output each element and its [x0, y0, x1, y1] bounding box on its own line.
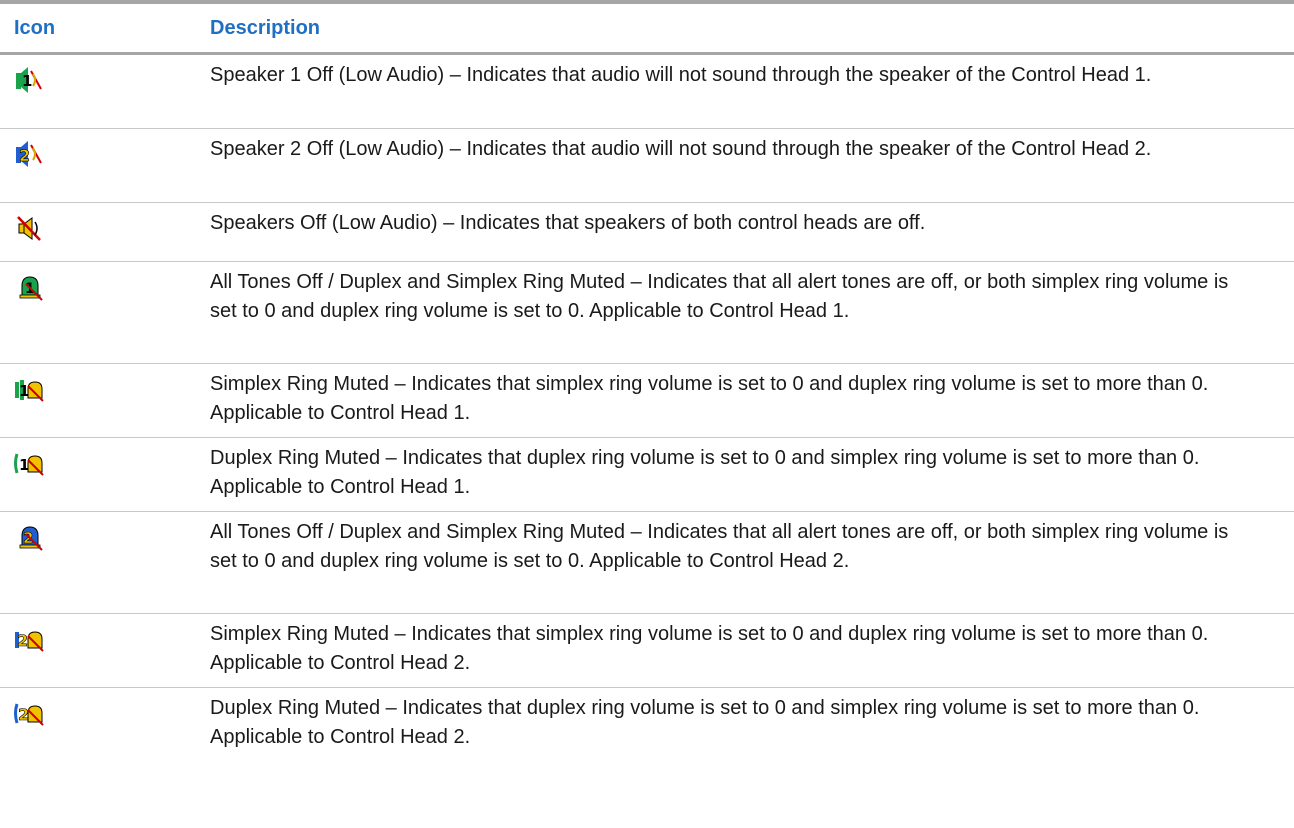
- table-header-row: Icon Description: [0, 4, 1294, 55]
- table-row: 2 All Tones Off / Duplex and Simplex Rin…: [0, 512, 1294, 614]
- svg-text:2: 2: [17, 631, 28, 650]
- row-description: Simplex Ring Muted – Indicates that simp…: [210, 623, 1209, 674]
- row-description: All Tones Off / Duplex and Simplex Ring …: [210, 271, 1229, 322]
- table-row: 1 Duplex Ring Muted – Indicates that dup…: [0, 438, 1294, 512]
- row-description: Speakers Off (Low Audio) – Indicates tha…: [210, 212, 926, 234]
- description-column-header: Description: [210, 16, 321, 39]
- table-row: 1 Speaker 1 Off (Low Audio) – Indicates …: [0, 55, 1294, 129]
- table-row: 2 Speaker 2 Off (Low Audio) – Indicates …: [0, 129, 1294, 203]
- duplex-ring-muted-head-2-icon: 2: [14, 703, 44, 726]
- table-row: 1 All Tones Off / Duplex and Simplex Rin…: [0, 262, 1294, 364]
- simplex-ring-muted-head-2-icon: 2: [15, 631, 44, 652]
- table-row: 2 Duplex Ring Muted – Indicates that dup…: [0, 688, 1294, 762]
- row-description: Duplex Ring Muted – Indicates that duple…: [210, 447, 1200, 498]
- svg-text:2: 2: [23, 529, 33, 547]
- svg-text:2: 2: [18, 705, 29, 724]
- table-row: Speakers Off (Low Audio) – Indicates tha…: [0, 203, 1294, 262]
- simplex-ring-muted-head-1-icon: 1: [15, 380, 44, 402]
- speakers-off-icon: [17, 216, 41, 241]
- all-tones-off-head-1-icon: 1: [19, 276, 43, 301]
- table-row: 1 Simplex Ring Muted – Indicates that si…: [0, 364, 1294, 438]
- row-description: Simplex Ring Muted – Indicates that simp…: [210, 373, 1209, 424]
- svg-text:1: 1: [22, 72, 32, 90]
- all-tones-off-head-2-icon: 2: [19, 526, 43, 551]
- icon-column-header: Icon: [14, 16, 56, 39]
- icon-description-table: Icon Description 1 Speaker 1 Off (Low Au…: [0, 0, 1294, 762]
- speaker-1-off-icon: 1: [16, 67, 42, 93]
- row-description: Duplex Ring Muted – Indicates that duple…: [210, 697, 1200, 748]
- speaker-2-off-icon: 2: [16, 141, 42, 167]
- row-description: All Tones Off / Duplex and Simplex Ring …: [210, 521, 1229, 572]
- row-description: Speaker 2 Off (Low Audio) – Indicates th…: [210, 138, 1152, 160]
- svg-text:2: 2: [19, 146, 30, 165]
- table-row: 2 Simplex Ring Muted – Indicates that si…: [0, 614, 1294, 688]
- duplex-ring-muted-head-1-icon: 1: [14, 453, 44, 476]
- row-description: Speaker 1 Off (Low Audio) – Indicates th…: [210, 64, 1152, 86]
